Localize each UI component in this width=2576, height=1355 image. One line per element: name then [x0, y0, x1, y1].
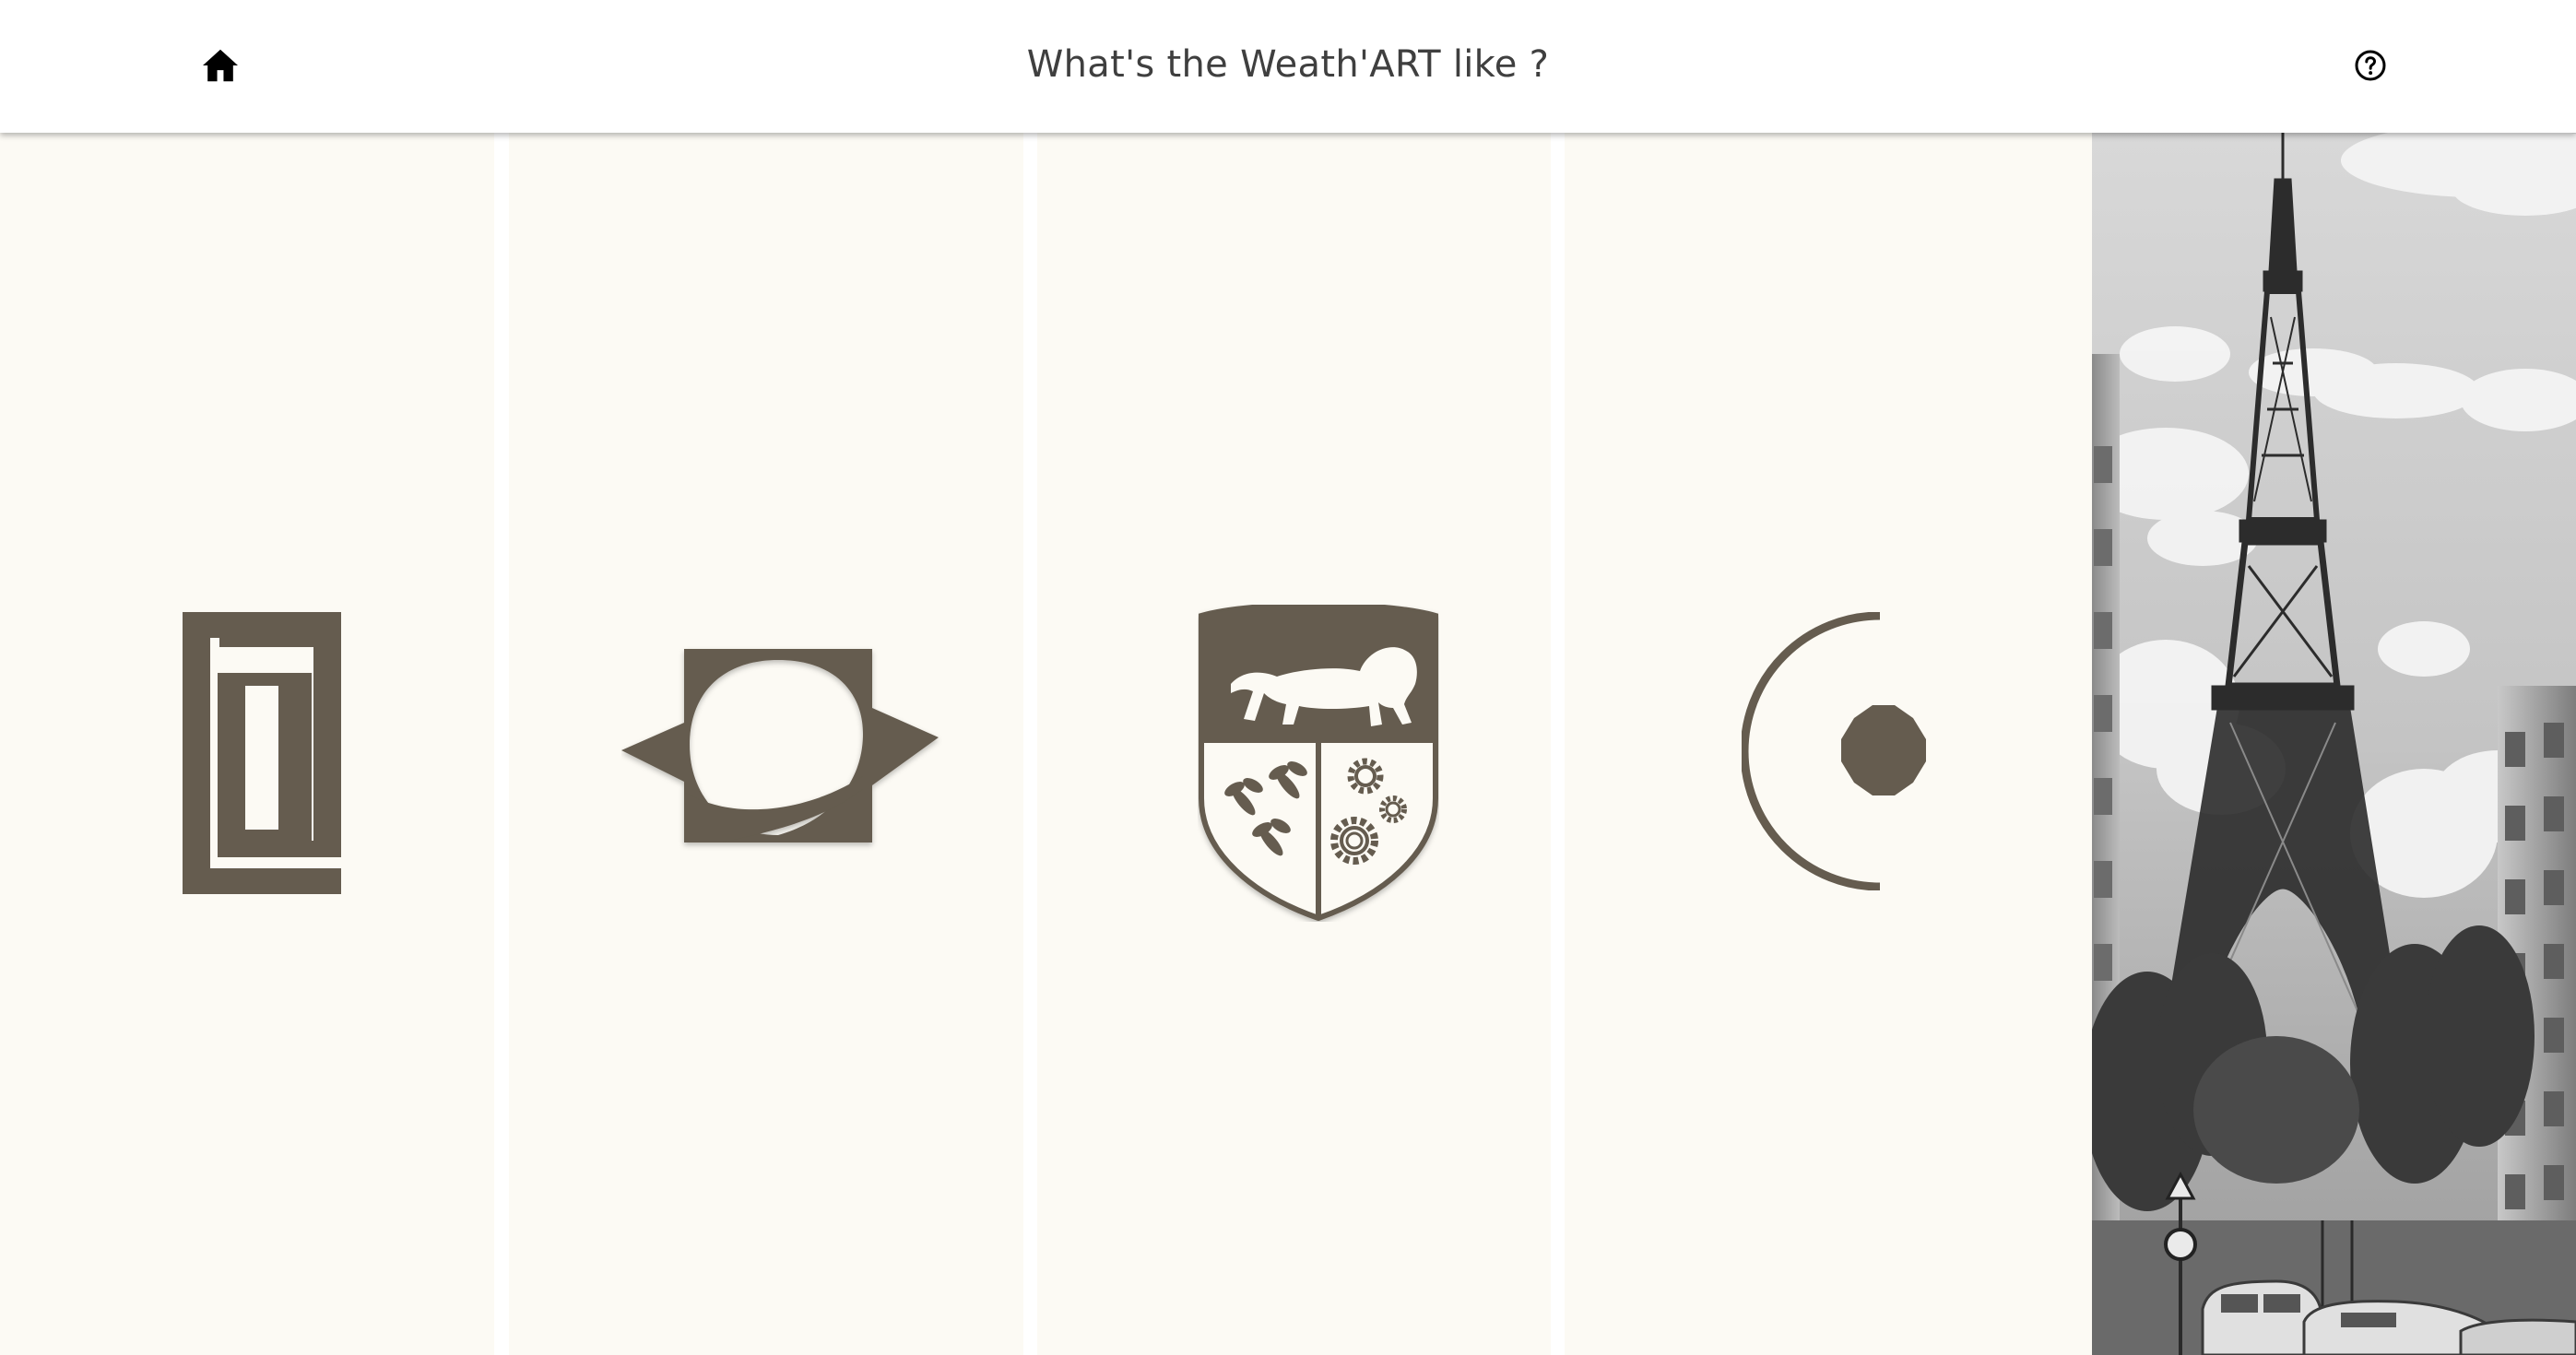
home-icon: [203, 49, 238, 82]
help-button[interactable]: [2347, 42, 2393, 88]
panel-heraldic[interactable]: [1037, 133, 1551, 1355]
home-button[interactable]: [197, 42, 243, 88]
lion-shield-crest-icon: [1199, 605, 1438, 922]
panel-art-deco[interactable]: [0, 133, 494, 1355]
planet-star-emblem-icon: [621, 649, 939, 842]
crescent-dot-emblem-icon: [1742, 612, 1926, 890]
app-root: What's the Weath'ART like ?: [0, 0, 2576, 1355]
eiffel-tower-street-photo[interactable]: [2092, 133, 2576, 1355]
panel-minimalist[interactable]: [1565, 133, 2092, 1355]
top-bar: What's the Weath'ART like ?: [0, 0, 2576, 133]
eiffel-tower-image: [2092, 133, 2576, 1355]
meander-emblem-icon: [183, 612, 341, 894]
panel-space-age[interactable]: [509, 133, 1023, 1355]
page-title: What's the Weath'ART like ?: [1026, 43, 1550, 86]
style-panels: [0, 133, 2576, 1355]
question-circle-icon: [2355, 50, 2386, 81]
